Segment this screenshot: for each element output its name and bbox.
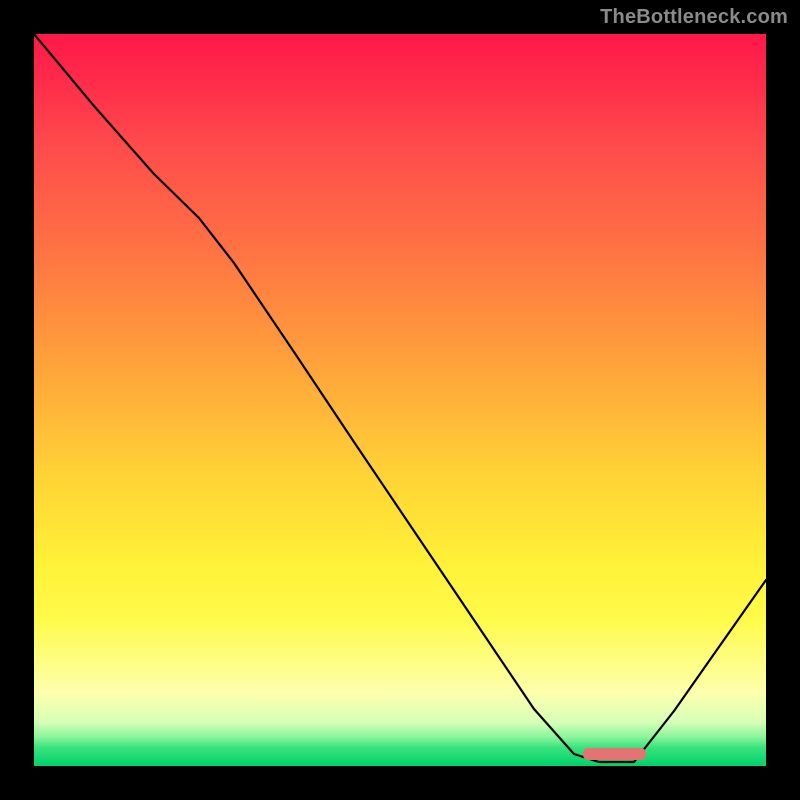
bottleneck-curve bbox=[34, 34, 766, 762]
watermark-text: TheBottleneck.com bbox=[600, 6, 788, 29]
curve-svg bbox=[34, 34, 766, 766]
plot-area bbox=[34, 34, 766, 766]
optimal-range-marker bbox=[583, 748, 646, 760]
chart-frame: TheBottleneck.com bbox=[0, 0, 800, 800]
